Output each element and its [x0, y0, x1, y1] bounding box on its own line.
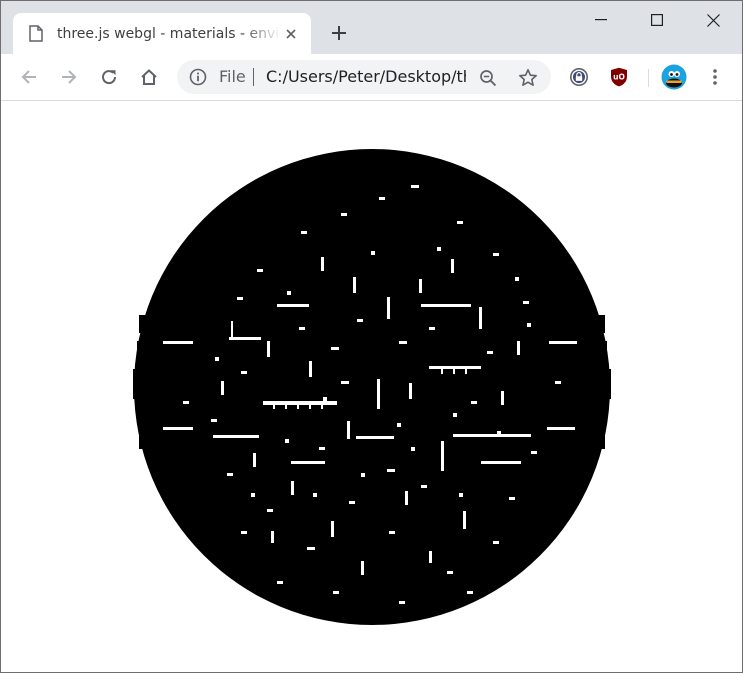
lock-extension-icon[interactable] — [563, 61, 595, 93]
forward-button[interactable] — [53, 61, 85, 93]
plus-icon — [332, 26, 346, 40]
omnibox-divider — [253, 68, 254, 86]
close-window-button[interactable] — [684, 1, 742, 39]
info-icon[interactable] — [188, 67, 208, 87]
webgl-canvas[interactable] — [1, 101, 742, 672]
close-icon — [706, 13, 720, 27]
url-text[interactable]: C:/Users/Peter/Desktop/three.js/examples… — [266, 67, 466, 87]
home-icon — [141, 69, 157, 85]
star-icon[interactable] — [517, 67, 539, 89]
arrow-left-icon — [21, 70, 36, 84]
reload-button[interactable] — [93, 61, 125, 93]
scheme-chip: File — [219, 67, 246, 86]
address-bar[interactable]: File C:/Users/Peter/Desktop/three.js/exa… — [177, 60, 551, 94]
home-button[interactable] — [133, 61, 165, 93]
environment-sphere — [133, 149, 611, 625]
page-icon — [29, 25, 43, 42]
close-icon[interactable] — [281, 24, 301, 44]
browser-window: three.js webgl - materials - environment… — [0, 0, 743, 673]
active-tab[interactable]: three.js webgl - materials - environment… — [13, 13, 311, 54]
page-content — [1, 101, 742, 672]
arrow-right-icon — [62, 70, 77, 84]
new-tab-button[interactable] — [325, 19, 353, 47]
tab-strip: three.js webgl - materials - environment… — [1, 1, 742, 54]
minimize-button[interactable] — [572, 1, 630, 39]
zoom-out-icon[interactable] — [477, 67, 499, 89]
toolbar-divider — [648, 69, 649, 87]
reload-icon — [102, 70, 117, 85]
tab-title: three.js webgl - materials - environment… — [57, 26, 281, 42]
kebab-menu-icon[interactable] — [699, 61, 731, 93]
back-button[interactable] — [13, 61, 45, 93]
minimize-icon — [595, 19, 607, 21]
profile-avatar-icon[interactable] — [658, 61, 690, 93]
ublock-origin-icon[interactable]: uO — [603, 61, 635, 93]
maximize-icon — [651, 14, 663, 26]
navigation-toolbar: File C:/Users/Peter/Desktop/three.js/exa… — [1, 54, 742, 101]
svg-text:uO: uO — [613, 73, 625, 82]
maximize-button[interactable] — [628, 1, 686, 39]
